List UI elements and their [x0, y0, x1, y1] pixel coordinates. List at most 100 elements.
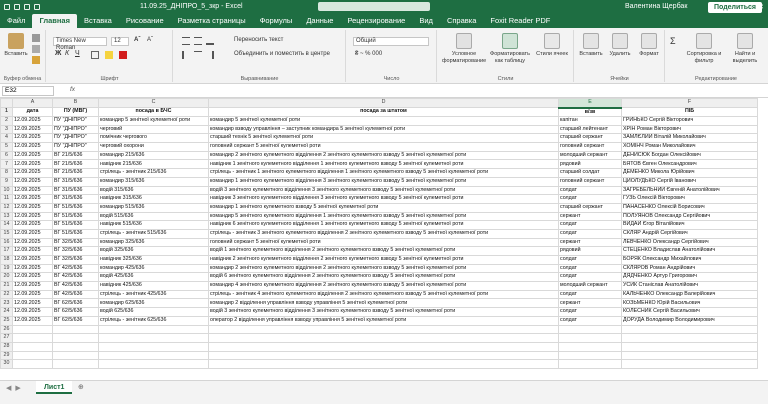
cell[interactable]: командир 515/636 — [98, 202, 209, 213]
cell[interactable] — [98, 350, 209, 361]
cell[interactable]: ВИДАЙ Єгор Віталійович — [621, 220, 758, 230]
tab-0[interactable]: Файл — [0, 14, 32, 28]
cell[interactable] — [12, 333, 53, 343]
cell[interactable]: старший технік 5 зенітної кулеметної рот… — [208, 133, 559, 144]
align-top-icon[interactable] — [182, 37, 190, 45]
cell[interactable]: солдат — [558, 307, 622, 317]
cell[interactable]: головний сержант — [558, 176, 622, 187]
row-number[interactable]: 13 — [0, 211, 13, 222]
cell[interactable] — [52, 341, 99, 352]
row-number[interactable]: 19 — [0, 263, 13, 274]
cell[interactable]: водій 3 зенітного кулеметного відділення… — [208, 307, 559, 317]
italic-icon[interactable]: К — [65, 50, 69, 57]
cell[interactable] — [12, 341, 53, 352]
align-middle-icon[interactable] — [194, 37, 202, 45]
row-number[interactable]: 10 — [0, 185, 13, 196]
cell[interactable]: головний сержант 5 зенітної кулеметної р… — [208, 237, 559, 248]
cell[interactable]: командир 215/636 — [98, 150, 209, 161]
cell[interactable]: водій 325/636 — [98, 246, 209, 256]
font-color-icon[interactable] — [119, 51, 127, 59]
cell[interactable]: навідник 1 зенітного кулеметного відділе… — [208, 159, 559, 170]
find-select-button[interactable]: Найти и выделить — [726, 33, 764, 64]
cell[interactable]: командир 315/636 — [98, 176, 209, 187]
cell[interactable]: 12.09.2025 — [12, 211, 53, 222]
cell[interactable]: командир 2 зенітного кулеметного відділе… — [208, 263, 559, 274]
cell[interactable]: старший сержант — [558, 133, 622, 144]
row-number[interactable]: 2 — [0, 116, 13, 126]
undo-icon[interactable] — [24, 3, 30, 10]
cell[interactable]: ПІБ — [621, 107, 758, 117]
insert-cells-button[interactable]: Вставить — [577, 33, 605, 58]
search-box[interactable] — [318, 2, 430, 11]
cell[interactable]: старший лейтенант — [558, 124, 622, 135]
cell[interactable]: головний сержант — [558, 142, 622, 152]
cell[interactable]: ПУ "ДНІПРО" — [52, 133, 99, 144]
cell[interactable]: ВГ 31/5/636 — [52, 194, 99, 204]
row-number[interactable]: 7 — [0, 159, 13, 170]
cell[interactable]: посада в БЧС — [98, 107, 209, 117]
cell[interactable]: командир 2 зенітного кулеметного відділе… — [208, 150, 559, 161]
cell[interactable]: помічник чергового — [98, 133, 209, 144]
cell[interactable]: старший солдат — [558, 168, 622, 178]
cell[interactable]: черговий охорони — [98, 142, 209, 152]
cell[interactable]: ПОЛУЯНОВ Олександр Сергійович — [621, 211, 758, 222]
fill-color-icon[interactable] — [105, 51, 113, 59]
cut-icon[interactable] — [32, 34, 40, 42]
row-number[interactable]: 6 — [0, 150, 13, 161]
cell[interactable]: ДЯДЧЕНКО Артур Григорович — [621, 272, 758, 283]
cell[interactable]: солдат — [558, 185, 622, 196]
cell[interactable] — [52, 324, 99, 335]
cell[interactable]: ВГ 42/5/636 — [52, 272, 99, 283]
cell[interactable]: солдат — [558, 272, 622, 283]
row-number[interactable]: 22 — [0, 289, 13, 300]
align-left-icon[interactable] — [182, 51, 190, 59]
cell[interactable]: ГУЗЬ Олексій Вікторович — [621, 194, 758, 204]
cell[interactable] — [12, 359, 53, 369]
cell[interactable]: ВГ 42/5/636 — [52, 289, 99, 300]
cell[interactable]: 12.09.2025 — [12, 272, 53, 283]
cell[interactable]: навідник 425/636 — [98, 281, 209, 291]
cell[interactable]: стрілець - зенітник 515/636 — [98, 228, 209, 239]
cell[interactable]: ПАНАСЕНКО Олексій Борисович — [621, 202, 758, 213]
cell[interactable]: 12.09.2025 — [12, 289, 53, 300]
cell[interactable] — [558, 324, 622, 335]
cell[interactable]: капітан — [558, 116, 622, 126]
cell[interactable]: 12.09.2025 — [12, 298, 53, 309]
tab-5[interactable]: Формулы — [253, 14, 300, 28]
sort-filter-button[interactable]: Сортировка и фильтр — [684, 33, 724, 64]
autosum-icon[interactable]: Σ — [670, 36, 676, 46]
row-number[interactable]: 29 — [0, 350, 13, 361]
cell[interactable]: посада за штатом — [208, 107, 559, 117]
cell[interactable]: черговий — [98, 124, 209, 135]
cell[interactable]: СКЛЯРОВ Роман Андрійович — [621, 263, 758, 274]
row-number[interactable]: 17 — [0, 246, 13, 256]
row-number[interactable]: 27 — [0, 333, 13, 343]
wrap-text-button[interactable]: Переносить текст — [234, 37, 283, 43]
cell[interactable]: солдат — [558, 228, 622, 239]
format-painter-icon[interactable] — [32, 56, 40, 64]
cell[interactable]: 12.09.2025 — [12, 307, 53, 317]
cell[interactable]: ЗАГРЕБЕЛЬНИЙ Євгеній Анатолійович — [621, 185, 758, 196]
name-box[interactable]: E32 — [2, 86, 54, 96]
autosave-icon[interactable] — [4, 3, 10, 10]
cell[interactable] — [558, 341, 622, 352]
cell[interactable]: 12.09.2025 — [12, 116, 53, 126]
cell[interactable] — [98, 333, 209, 343]
cell[interactable]: навідник 315/636 — [98, 194, 209, 204]
column-header[interactable]: D — [208, 98, 559, 108]
cell[interactable]: навідник 3 зенітного кулеметного відділе… — [208, 194, 559, 204]
cell[interactable]: 12.09.2025 — [12, 202, 53, 213]
cell[interactable]: ВГ 21/5/636 — [52, 159, 99, 170]
cell[interactable]: навідник 325/636 — [98, 255, 209, 265]
cell[interactable]: солдат — [558, 315, 622, 326]
cell[interactable] — [558, 350, 622, 361]
row-number[interactable]: 14 — [0, 220, 13, 230]
cell[interactable] — [52, 359, 99, 369]
cell[interactable] — [208, 333, 559, 343]
cell[interactable]: 12.09.2025 — [12, 246, 53, 256]
cell[interactable]: солдат — [558, 263, 622, 274]
cell[interactable]: командир взводу управління – заступник к… — [208, 124, 559, 135]
cell[interactable]: головний сержант 5 зенітної кулеметної р… — [208, 142, 559, 152]
row-number[interactable]: 1 — [0, 107, 13, 117]
cell[interactable]: водій 315/636 — [98, 185, 209, 196]
